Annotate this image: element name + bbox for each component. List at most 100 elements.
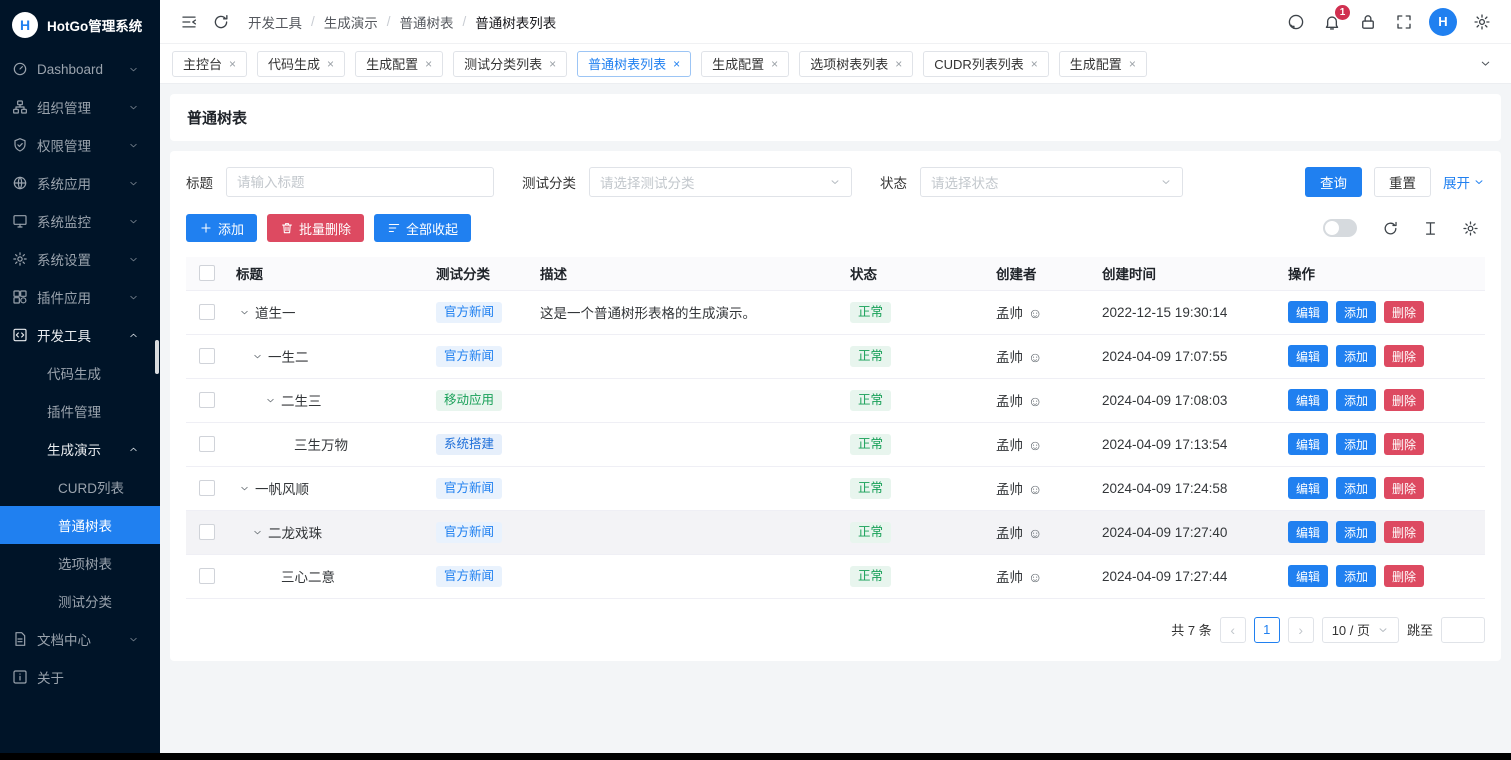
tab-5[interactable]: 生成配置× bbox=[701, 51, 789, 77]
sidebar-item-10[interactable]: 生成演示 bbox=[0, 430, 160, 468]
sidebar-item-0[interactable]: Dashboard bbox=[0, 50, 160, 88]
row-edit-button[interactable]: 编辑 bbox=[1288, 345, 1328, 367]
tab-4[interactable]: 普通树表列表× bbox=[577, 51, 691, 77]
github-button[interactable] bbox=[1281, 7, 1311, 37]
breadcrumb-item[interactable]: 普通树表 bbox=[400, 12, 454, 32]
tab-6[interactable]: 选项树表列表× bbox=[799, 51, 913, 77]
row-add-button[interactable]: 添加 bbox=[1336, 389, 1376, 411]
row-height-button[interactable] bbox=[1415, 213, 1445, 243]
breadcrumb-item[interactable]: 生成演示 bbox=[324, 12, 378, 32]
lock-screen-button[interactable] bbox=[1353, 7, 1383, 37]
tabs-dropdown-button[interactable] bbox=[1471, 51, 1499, 77]
tree-collapse-icon[interactable] bbox=[249, 348, 266, 364]
prev-page-button[interactable]: ‹ bbox=[1220, 617, 1246, 643]
tab-close-icon[interactable]: × bbox=[895, 57, 902, 71]
row-add-button[interactable]: 添加 bbox=[1336, 477, 1376, 499]
row-edit-button[interactable]: 编辑 bbox=[1288, 477, 1328, 499]
row-edit-button[interactable]: 编辑 bbox=[1288, 433, 1328, 455]
row-add-button[interactable]: 添加 bbox=[1336, 521, 1376, 543]
status-select[interactable]: 请选择状态 bbox=[920, 167, 1183, 197]
row-checkbox[interactable] bbox=[199, 348, 215, 364]
sidebar-item-5[interactable]: 系统设置 bbox=[0, 240, 160, 278]
sidebar-item-2[interactable]: 权限管理 bbox=[0, 126, 160, 164]
fullscreen-button[interactable] bbox=[1389, 7, 1419, 37]
collapse-sidebar-button[interactable] bbox=[174, 7, 204, 37]
row-edit-button[interactable]: 编辑 bbox=[1288, 521, 1328, 543]
row-edit-button[interactable]: 编辑 bbox=[1288, 389, 1328, 411]
user-avatar[interactable]: H bbox=[1429, 8, 1457, 36]
tree-collapse-icon[interactable] bbox=[236, 304, 253, 320]
row-delete-button[interactable]: 删除 bbox=[1384, 389, 1424, 411]
sidebar-item-13[interactable]: 选项树表 bbox=[0, 544, 160, 582]
tab-3[interactable]: 测试分类列表× bbox=[453, 51, 567, 77]
row-delete-button[interactable]: 删除 bbox=[1384, 345, 1424, 367]
select-all-checkbox[interactable] bbox=[199, 265, 215, 281]
sidebar-item-4[interactable]: 系统监控 bbox=[0, 202, 160, 240]
row-checkbox[interactable] bbox=[199, 568, 215, 584]
tab-close-icon[interactable]: × bbox=[673, 57, 680, 71]
add-button[interactable]: 添加 bbox=[186, 214, 257, 242]
row-delete-button[interactable]: 删除 bbox=[1384, 521, 1424, 543]
tab-7[interactable]: CUDR列表列表× bbox=[923, 51, 1049, 77]
tab-close-icon[interactable]: × bbox=[1031, 57, 1038, 71]
sidebar-item-9[interactable]: 插件管理 bbox=[0, 392, 160, 430]
sidebar-item-1[interactable]: 组织管理 bbox=[0, 88, 160, 126]
tab-close-icon[interactable]: × bbox=[771, 57, 778, 71]
column-settings-button[interactable] bbox=[1455, 213, 1485, 243]
sidebar-item-6[interactable]: 插件应用 bbox=[0, 278, 160, 316]
reload-page-button[interactable] bbox=[206, 7, 236, 37]
tab-8[interactable]: 生成配置× bbox=[1059, 51, 1147, 77]
category-select[interactable]: 请选择测试分类 bbox=[589, 167, 852, 197]
tab-close-icon[interactable]: × bbox=[425, 57, 432, 71]
sidebar-item-3[interactable]: 系统应用 bbox=[0, 164, 160, 202]
row-delete-button[interactable]: 删除 bbox=[1384, 565, 1424, 587]
title-input[interactable] bbox=[226, 167, 494, 197]
search-button[interactable]: 查询 bbox=[1305, 167, 1362, 197]
row-checkbox[interactable] bbox=[199, 304, 215, 320]
collapse-all-button[interactable]: 全部收起 bbox=[374, 214, 471, 242]
sidebar-item-16[interactable]: 关于 bbox=[0, 658, 160, 696]
row-add-button[interactable]: 添加 bbox=[1336, 433, 1376, 455]
tab-1[interactable]: 代码生成× bbox=[257, 51, 345, 77]
row-checkbox[interactable] bbox=[199, 436, 215, 452]
sidebar-item-12[interactable]: 普通树表 bbox=[0, 506, 160, 544]
batch-delete-button[interactable]: 批量删除 bbox=[267, 214, 364, 242]
next-page-button[interactable]: › bbox=[1288, 617, 1314, 643]
app-logo[interactable]: H HotGo管理系统 bbox=[0, 0, 160, 50]
row-delete-button[interactable]: 删除 bbox=[1384, 477, 1424, 499]
current-page-button[interactable]: 1 bbox=[1254, 617, 1280, 643]
row-add-button[interactable]: 添加 bbox=[1336, 565, 1376, 587]
row-checkbox[interactable] bbox=[199, 392, 215, 408]
tab-close-icon[interactable]: × bbox=[549, 57, 556, 71]
row-add-button[interactable]: 添加 bbox=[1336, 301, 1376, 323]
row-edit-button[interactable]: 编辑 bbox=[1288, 565, 1328, 587]
row-checkbox[interactable] bbox=[199, 524, 215, 540]
tab-0[interactable]: 主控台× bbox=[172, 51, 247, 77]
sidebar-item-11[interactable]: CURD列表 bbox=[0, 468, 160, 506]
sidebar-scrollbar[interactable] bbox=[155, 340, 159, 374]
tab-2[interactable]: 生成配置× bbox=[355, 51, 443, 77]
row-delete-button[interactable]: 删除 bbox=[1384, 433, 1424, 455]
row-delete-button[interactable]: 删除 bbox=[1384, 301, 1424, 323]
tree-collapse-icon[interactable] bbox=[236, 480, 253, 496]
row-checkbox[interactable] bbox=[199, 480, 215, 496]
reset-button[interactable]: 重置 bbox=[1374, 167, 1431, 197]
sidebar-item-8[interactable]: 代码生成 bbox=[0, 354, 160, 392]
notifications-button[interactable]: 1 bbox=[1317, 7, 1347, 37]
tree-collapse-icon[interactable] bbox=[262, 392, 279, 408]
table-refresh-button[interactable] bbox=[1375, 213, 1405, 243]
tab-close-icon[interactable]: × bbox=[327, 57, 334, 71]
jump-page-input[interactable] bbox=[1441, 617, 1485, 643]
breadcrumb-item[interactable]: 普通树表列表 bbox=[475, 12, 556, 32]
settings-button[interactable] bbox=[1467, 7, 1497, 37]
sidebar-item-7[interactable]: 开发工具 bbox=[0, 316, 160, 354]
row-edit-button[interactable]: 编辑 bbox=[1288, 301, 1328, 323]
sidebar-item-15[interactable]: 文档中心 bbox=[0, 620, 160, 658]
page-size-select[interactable]: 10 / 页 bbox=[1322, 617, 1399, 643]
tab-close-icon[interactable]: × bbox=[1129, 57, 1136, 71]
tree-collapse-icon[interactable] bbox=[249, 524, 266, 540]
tab-close-icon[interactable]: × bbox=[229, 57, 236, 71]
row-add-button[interactable]: 添加 bbox=[1336, 345, 1376, 367]
sidebar-item-14[interactable]: 测试分类 bbox=[0, 582, 160, 620]
striped-toggle[interactable] bbox=[1323, 219, 1357, 237]
